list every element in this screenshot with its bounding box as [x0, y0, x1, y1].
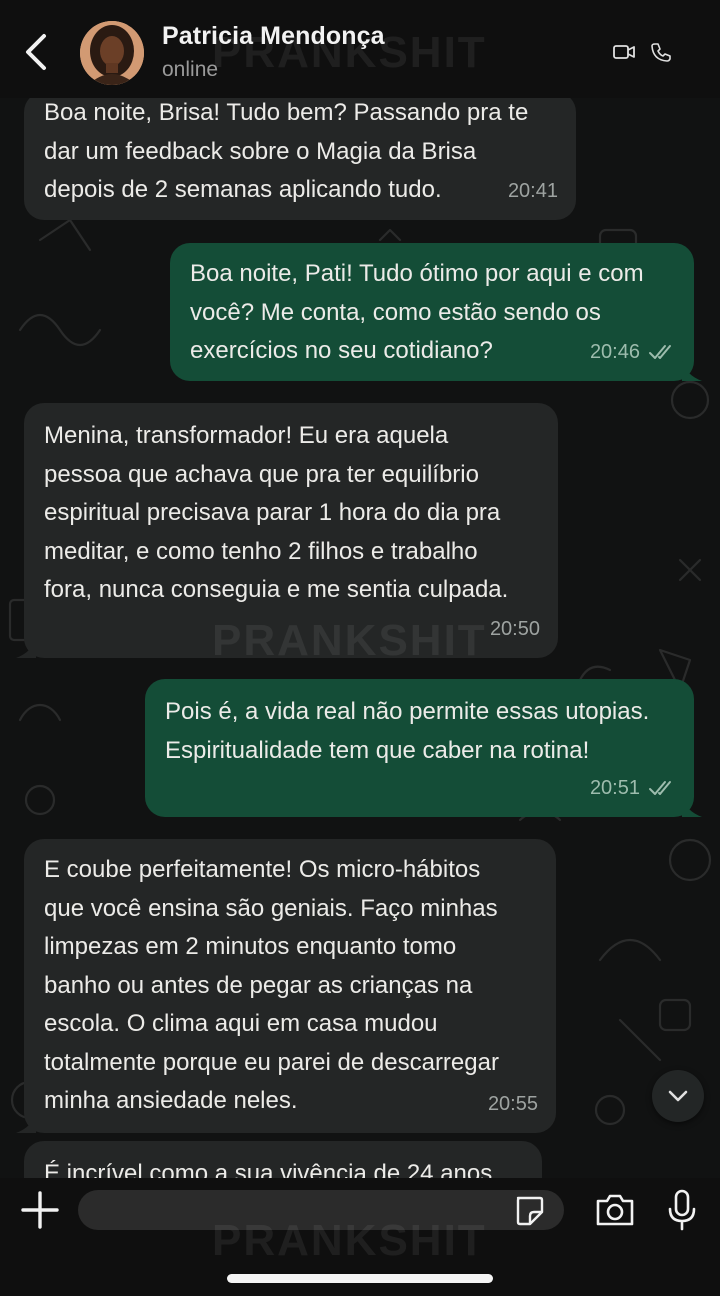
camera-button[interactable]	[594, 1192, 636, 1228]
message-text: É incrível como a sua vivência de 24 ano…	[44, 1160, 493, 1178]
message-text: Boa noite, Brisa! Tudo bem? Passando pra…	[44, 99, 529, 203]
bubble-tail	[682, 361, 702, 381]
voice-call-button[interactable]	[650, 41, 672, 63]
message-outgoing[interactable]: Boa noite, Pati! Tudo ótimo por aqui e c…	[170, 243, 702, 381]
double-check-icon	[649, 780, 671, 795]
chevron-left-icon	[26, 34, 46, 70]
message-time: 20:41	[507, 179, 558, 202]
back-button[interactable]	[18, 30, 58, 74]
message-meta: 20:41	[508, 172, 558, 211]
chat-header: Patricia Mendonça online	[0, 0, 720, 98]
attach-button[interactable]	[20, 1190, 60, 1230]
composer-bar	[0, 1178, 720, 1296]
message-text: E coube perfeitamente! Os micro-hábitos …	[44, 856, 499, 1114]
camera-icon	[596, 1194, 634, 1226]
message-meta: 20:46	[590, 333, 676, 372]
message-time: 20:55	[487, 1092, 538, 1115]
message-text: Pois é, a vida real não permite essas ut…	[165, 698, 650, 764]
bubble-tail	[682, 797, 702, 817]
message-incoming[interactable]: É incrível como a sua vivência de 24 ano…	[24, 1141, 542, 1178]
phone-icon	[651, 43, 671, 62]
contact-status: online	[162, 58, 219, 81]
double-check-icon	[649, 344, 671, 359]
video-camera-icon	[613, 45, 635, 59]
message-time: 20:51	[589, 776, 640, 799]
microphone-icon	[668, 1189, 696, 1231]
chevron-down-icon	[668, 1090, 688, 1102]
video-call-button[interactable]	[612, 41, 636, 63]
contact-name[interactable]: Patricia Mendonça	[162, 22, 385, 51]
message-input[interactable]	[78, 1190, 564, 1230]
sticker-icon	[516, 1196, 544, 1226]
scroll-to-bottom-button[interactable]	[652, 1070, 704, 1122]
message-list[interactable]: Boa noite, Brisa! Tudo bem? Passando pra…	[0, 98, 720, 1178]
message-incoming[interactable]: Boa noite, Brisa! Tudo bem? Passando pra…	[24, 98, 576, 220]
voice-message-button[interactable]	[666, 1188, 698, 1232]
message-meta: 20:50	[490, 610, 540, 649]
message-time: 20:50	[489, 617, 540, 640]
message-incoming[interactable]: E coube perfeitamente! Os micro-hábitos …	[16, 839, 556, 1133]
message-outgoing[interactable]: Pois é, a vida real não permite essas ut…	[145, 679, 702, 817]
message-text: Menina, transformador! Eu era aquela pes…	[44, 422, 509, 603]
bubble-tail	[16, 1113, 36, 1133]
sticker-button[interactable]	[512, 1194, 546, 1228]
message-time: 20:46	[589, 340, 640, 363]
avatar[interactable]	[80, 21, 144, 85]
home-indicator[interactable]	[227, 1274, 493, 1283]
message-meta: 20:51	[590, 769, 676, 808]
bubble-tail	[16, 638, 36, 658]
plus-icon	[21, 1191, 59, 1229]
message-incoming[interactable]: Menina, transformador! Eu era aquela pes…	[16, 403, 558, 658]
message-meta: 20:55	[488, 1085, 538, 1124]
